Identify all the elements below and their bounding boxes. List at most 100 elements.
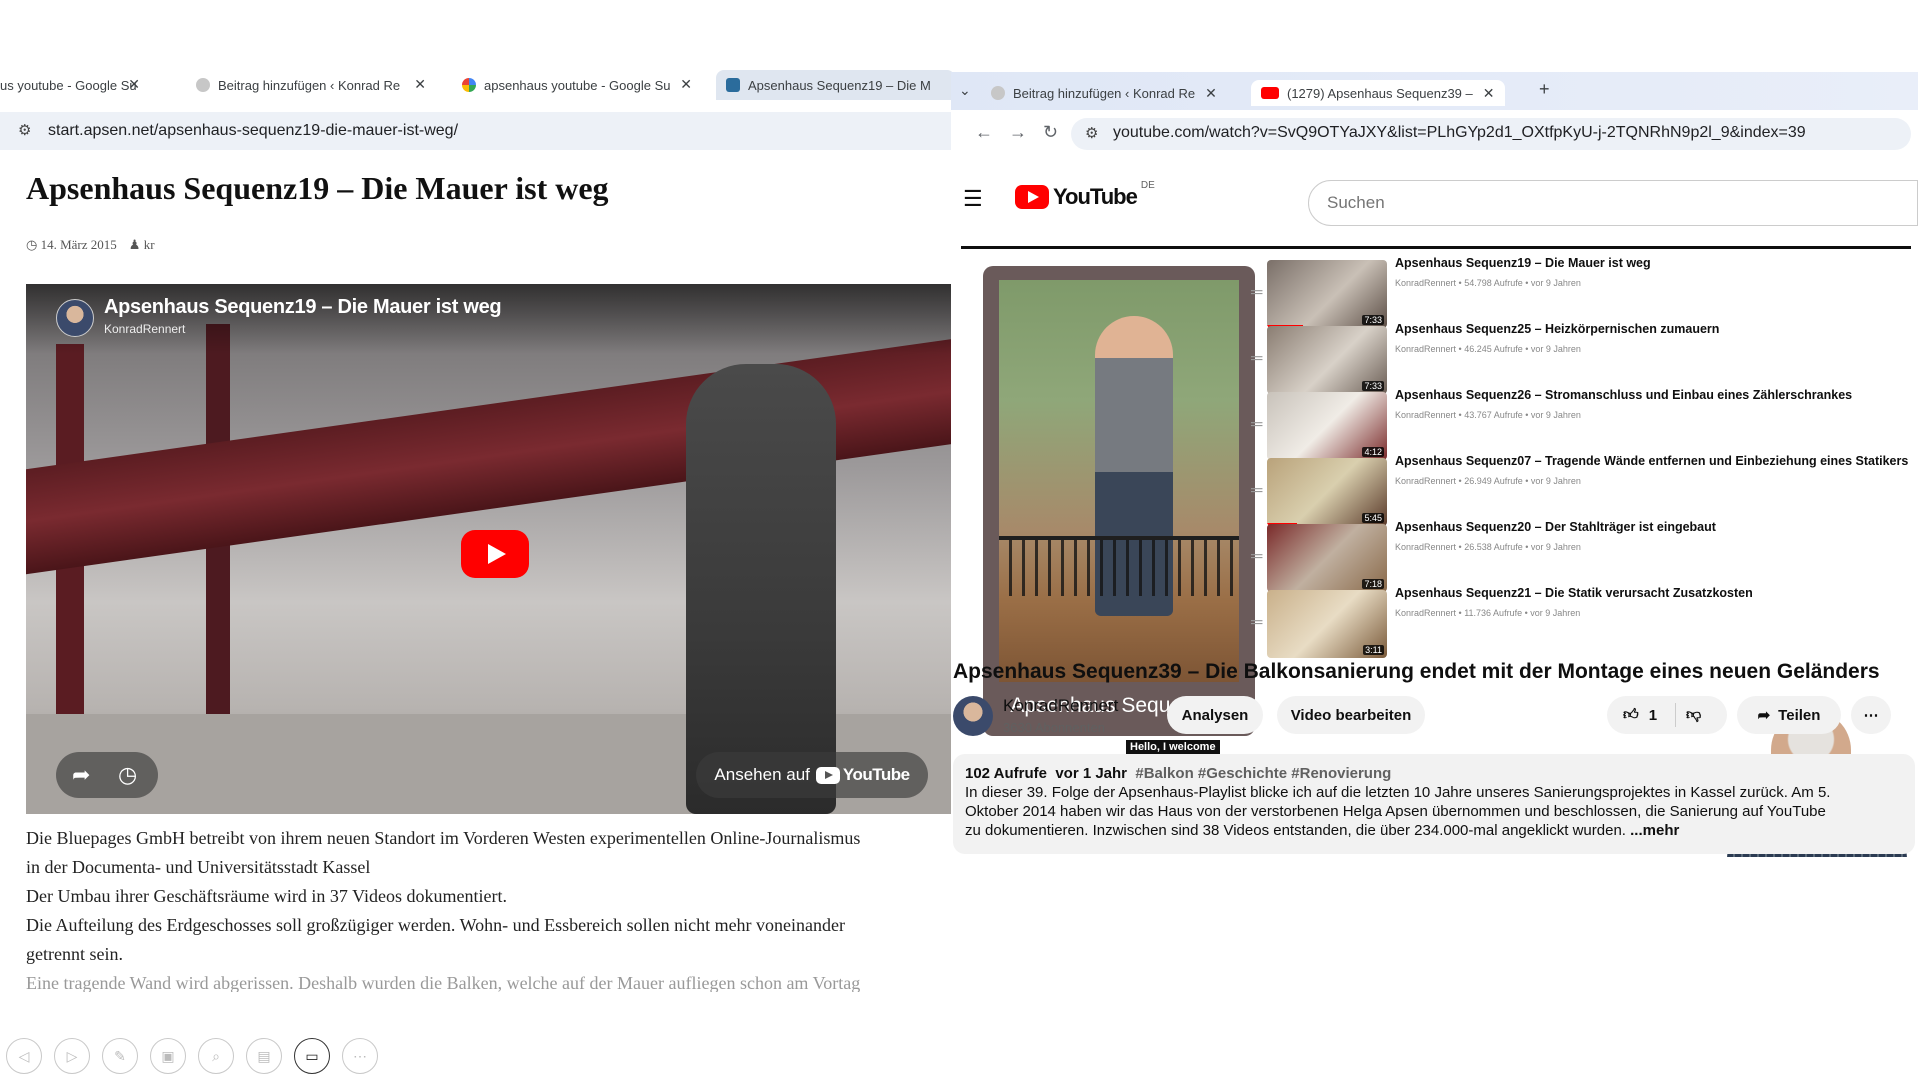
slides-icon[interactable]: ▣ [150,1038,186,1074]
new-tab-button[interactable]: + [1539,79,1550,100]
youtube-header: ☰ YouTube DE Suchen [951,172,1918,228]
video-shade [26,284,954,354]
drag-handle-icon[interactable]: ═ [1251,614,1262,632]
tab-search-icon[interactable]: ⌄ [959,82,971,99]
tab-wordpress[interactable]: Beitrag hinzufügen ‹ Konrad Re ✕ [991,80,1217,106]
share-label: Teilen [1778,706,1821,724]
drag-handle-icon[interactable]: ═ [1251,482,1262,500]
close-icon[interactable]: ✕ [414,76,426,93]
tab-label: (1279) Apsenhaus Sequenz39 – [1287,85,1473,101]
playlist-item-title: Apsenhaus Sequenz07 – Tragende Wände ent… [1395,454,1909,468]
share-button[interactable]: ➦ Teilen [1737,696,1841,734]
forward-icon[interactable]: → [1009,122,1027,143]
description-box[interactable]: 102 Aufrufe vor 1 Jahr #Balkon #Geschich… [953,754,1915,854]
playlist-item[interactable]: ═ 7:18 Apsenhaus Sequenz20 – Der Stahltr… [1251,520,1891,592]
drag-handle-icon[interactable]: ═ [1251,350,1262,368]
more-icon[interactable]: ⋯ [342,1038,378,1074]
site-settings-icon[interactable]: ⚙ [18,121,36,139]
description-line-last: zu dokumentieren. Inzwischen sind 38 Vid… [965,821,1903,840]
body-line: getrennt sein. [26,944,123,964]
analytics-button[interactable]: Analysen [1167,696,1263,734]
balcony-railing [999,536,1239,596]
channel-name[interactable]: KonradRennert [1003,696,1118,716]
playlist-item-title: Apsenhaus Sequenz19 – Die Mauer ist weg [1395,256,1651,270]
tab-google-search-1[interactable]: us youtube - Google Su ✕ [0,70,150,100]
url-text: start.apsen.net/apsenhaus-sequenz19-die-… [48,122,459,139]
menu-icon[interactable]: ☰ [963,186,983,212]
presentation-toolbar: ◁ ▷ ✎ ▣ ⌕ ▤ ▭ ⋯ [6,1038,378,1074]
channel-row: KonradRennert 3630 Abonnenten Analysen V… [951,692,1918,744]
watch-later-icon[interactable]: ◷ [118,762,137,788]
playlist-item[interactable]: ═ 3:11 Apsenhaus Sequenz21 – Die Statik … [1251,586,1891,658]
duration: 3:11 [1363,645,1384,655]
site-settings-icon[interactable]: ⚙ [1085,124,1098,142]
youtube-logo[interactable]: YouTube DE [1015,180,1155,210]
subscriber-count: 3630 Abonnenten [1003,720,1105,735]
divider [1675,703,1677,727]
close-icon[interactable]: ✕ [680,76,692,93]
subtitles-icon[interactable]: ▤ [246,1038,282,1074]
youtube-wordmark: YouTube [1053,184,1138,209]
play-icon[interactable] [461,530,529,578]
playlist-item[interactable]: ═ 5:45 Apsenhaus Sequenz07 – Tragende Wä… [1251,454,1908,526]
url-text: youtube.com/watch?v=SvQ9OTYaJXY&list=PLh… [1113,124,1806,141]
post-date-text: 14. März 2015 [40,237,117,252]
left-address-bar[interactable]: ⚙ start.apsen.net/apsenhaus-sequenz19-di… [0,112,955,150]
playlist-item-meta: KonradRennert • 11.736 Aufrufe • vor 9 J… [1395,608,1581,618]
playlist-item[interactable]: ═ 7:33 Apsenhaus Sequenz19 – Die Mauer i… [1251,256,1891,328]
embed-title[interactable]: Apsenhaus Sequenz19 – Die Mauer ist weg [104,296,502,319]
tab-wordpress[interactable]: Beitrag hinzufügen ‹ Konrad Re ✕ [196,70,436,100]
embedded-video[interactable]: Apsenhaus Sequenz19 – Die Mauer ist weg … [26,284,954,814]
drag-handle-icon[interactable]: ═ [1251,548,1262,566]
next-icon[interactable]: ▷ [54,1038,90,1074]
more-actions-button[interactable]: ⋯ [1851,696,1891,734]
address-bar[interactable]: ⚙ youtube.com/watch?v=SvQ9OTYaJXY&list=P… [1071,118,1911,150]
drag-handle-icon[interactable]: ═ [1251,284,1262,302]
pen-icon[interactable]: ✎ [102,1038,138,1074]
share-icon[interactable]: ➦ [72,762,90,788]
description-line: zu dokumentieren. Inzwischen sind 38 Vid… [965,822,1626,839]
embed-channel[interactable]: KonradRennert [104,322,185,336]
edit-video-button[interactable]: Video bearbeiten [1277,696,1425,734]
view-count: 102 Aufrufe [965,765,1047,782]
hashtags[interactable]: #Balkon #Geschichte #Renovierung [1135,765,1391,782]
dislike-icon[interactable]: 👎︎ [1686,706,1701,724]
post-author[interactable]: ♟ kr [129,237,155,253]
user-icon: ♟ [128,237,144,252]
playlist-item[interactable]: ═ 7:33 Apsenhaus Sequenz25 – Heizkörpern… [1251,322,1891,394]
previous-icon[interactable]: ◁ [6,1038,42,1074]
playlist-thumbnail: 5:45 [1267,458,1387,526]
post-date[interactable]: ◷ 14. März 2015 [26,237,117,253]
right-tab-strip: ⌄ Beitrag hinzufügen ‹ Konrad Re ✕ (1279… [951,72,1918,110]
watch-on-youtube-button[interactable]: Ansehen auf YouTube [696,752,928,798]
tab-google-search-2[interactable]: apsenhaus youtube - Google Su ✕ [462,70,702,100]
back-icon[interactable]: ← [975,122,993,143]
google-icon [462,78,476,92]
playlist-item[interactable]: ═ 4:12 Apsenhaus Sequenz26 – Stromanschl… [1251,388,1891,460]
playlist-item-meta: KonradRennert • 43.767 Aufrufe • vor 9 J… [1395,410,1581,420]
right-browser-window: ⌄ Beitrag hinzufügen ‹ Konrad Re ✕ (1279… [951,72,1918,1077]
playlist-item-title: Apsenhaus Sequenz20 – Der Stahlträger is… [1395,520,1716,534]
article-meta: ◷ 14. März 2015 ♟ kr [26,237,155,253]
avatar[interactable] [953,696,993,736]
close-icon[interactable]: ✕ [1205,85,1217,102]
youtube-play-icon [1015,185,1049,209]
body-line: Der Umbau ihrer Geschäftsräume wird in 3… [26,886,507,906]
zoom-icon[interactable]: ⌕ [198,1038,234,1074]
body-line: in der Documenta- und Universitätsstadt … [26,857,371,877]
show-more-link[interactable]: ...mehr [1630,822,1679,839]
tab-youtube[interactable]: (1279) Apsenhaus Sequenz39 – ✕ [1251,80,1505,106]
upload-age: vor 1 Jahr [1055,765,1128,782]
like-icon[interactable]: 👍︎ [1623,706,1639,724]
search-input[interactable]: Suchen [1308,180,1918,226]
tab-label: us youtube - Google Su [0,77,137,93]
channel-avatar[interactable] [56,299,94,337]
drag-handle-icon[interactable]: ═ [1251,416,1262,434]
close-icon[interactable]: ✕ [128,76,140,93]
playlist-thumbnail: 3:11 [1267,590,1387,658]
close-icon[interactable]: ✕ [1483,85,1495,102]
camera-icon[interactable]: ▭ [294,1038,330,1074]
tab-article[interactable]: Apsenhaus Sequenz19 – Die M [716,70,955,100]
embed-controls: ➦ ◷ [56,752,158,798]
reload-icon[interactable]: ↻ [1043,122,1058,143]
